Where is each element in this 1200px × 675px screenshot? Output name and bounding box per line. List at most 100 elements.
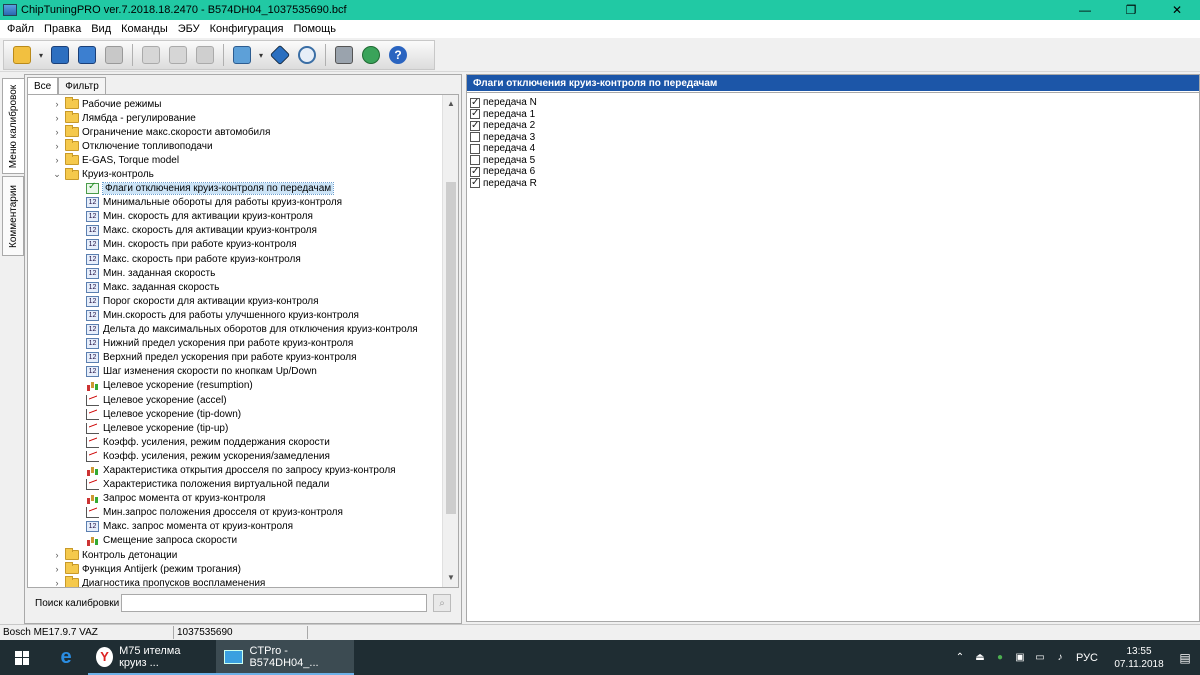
usb-icon[interactable]: ⏏ — [970, 652, 990, 663]
edge-button[interactable]: e — [44, 640, 88, 675]
tray-expand-icon[interactable]: ⌃ — [950, 652, 970, 663]
tab-comments[interactable]: Комментарии — [2, 176, 24, 256]
chevron-right-icon[interactable]: › — [52, 141, 62, 151]
tab-filter[interactable]: Фильтр — [58, 77, 106, 94]
scroll-up-icon[interactable]: ▲ — [443, 95, 458, 111]
menu-file[interactable]: Файл — [2, 23, 39, 35]
calibration-tree[interactable]: › Рабочие режимы › Лямбда - регулирование › О… — [27, 94, 459, 588]
tree-item[interactable]: Флаги отключения круиз-контроля по перед… — [28, 181, 444, 196]
menu-edit[interactable]: Правка — [39, 23, 86, 35]
network-icon[interactable]: ▭ — [1030, 652, 1050, 663]
tree-item[interactable]: Целевое ускорение (accel) — [28, 393, 444, 407]
checksum-dropdown-icon[interactable]: ▾ — [257, 51, 265, 60]
tree-folder[interactable]: › Лямбда - регулирование — [28, 111, 444, 125]
tree-item[interactable]: 12 Дельта до максимальных оборотов для от… — [28, 323, 444, 337]
minimize-button[interactable]: — — [1062, 0, 1108, 20]
undo-button[interactable] — [193, 43, 217, 67]
tree-folder[interactable]: › Функция Antijerk (режим трогания) — [28, 562, 444, 576]
gear-flag-checkbox[interactable] — [470, 109, 480, 120]
gear-flag-checkbox[interactable] — [470, 97, 480, 108]
tree-item[interactable]: 12 Верхний предел ускорения при работе кр… — [28, 351, 444, 365]
taskbar-app-yandex[interactable]: Y M75 ителма круиз ... — [88, 640, 216, 675]
web-button[interactable] — [359, 43, 383, 67]
chevron-right-icon[interactable]: › — [52, 564, 62, 574]
copy-button[interactable] — [139, 43, 163, 67]
tab-all[interactable]: Все — [27, 77, 59, 94]
gear-flag-checkbox[interactable] — [470, 120, 480, 131]
navigate-button[interactable] — [268, 43, 292, 67]
clock[interactable]: 13:55 07.11.2018 — [1108, 645, 1170, 671]
paste-button[interactable] — [166, 43, 190, 67]
print-button[interactable] — [102, 43, 126, 67]
menu-ecu[interactable]: ЭБУ — [173, 23, 205, 35]
chevron-down-icon[interactable]: ⌄ — [52, 169, 62, 180]
maximize-button[interactable]: ❐ — [1108, 0, 1154, 20]
menu-config[interactable]: Конфигурация — [205, 23, 289, 35]
tree-scrollbar[interactable]: ▲ ▼ — [442, 95, 458, 587]
tree-item[interactable]: 12 Макс. запрос момента от круиз-контроля — [28, 520, 444, 534]
tree-item[interactable]: Коэфф. усиления, режим ускорения/замедле… — [28, 449, 444, 463]
start-button[interactable] — [0, 640, 44, 675]
tree-item[interactable]: 12 Мин.скорость для работы улучшенного кр… — [28, 308, 444, 322]
app-tray-icon[interactable]: ▣ — [1010, 652, 1030, 663]
notifications-icon[interactable]: ▤ — [1170, 651, 1200, 665]
tree-item[interactable]: 12 Минимальные обороты для работы круиз-к… — [28, 196, 444, 210]
help-button[interactable]: ? — [386, 43, 410, 67]
tree-folder[interactable]: › Диагностика пропусков воспламенения — [28, 576, 444, 587]
menu-view[interactable]: Вид — [86, 23, 116, 35]
tree-item[interactable]: 12 Порог скорости для активации круиз-кон… — [28, 294, 444, 308]
tree-item[interactable]: Целевое ускорение (tip-down) — [28, 407, 444, 421]
close-button[interactable]: ✕ — [1154, 0, 1200, 20]
tree-item[interactable]: 12 Макс. скорость для активации круиз-кон… — [28, 224, 444, 238]
search-button[interactable] — [295, 43, 319, 67]
scroll-thumb[interactable] — [446, 182, 456, 514]
checksum-button[interactable] — [230, 43, 254, 67]
open-button[interactable] — [10, 43, 34, 67]
tree-item[interactable]: Мин.запрос положения дросселя от круиз-к… — [28, 506, 444, 520]
tree-item[interactable]: Целевое ускорение (resumption) — [28, 379, 444, 393]
tree-item[interactable]: 12 Макс. скорость при работе круиз-контро… — [28, 252, 444, 266]
menu-commands[interactable]: Команды — [116, 23, 173, 35]
volume-icon[interactable]: ♪ — [1050, 652, 1070, 663]
tree-item[interactable]: 12 Мин. скорость при работе круиз-контрол… — [28, 238, 444, 252]
chevron-right-icon[interactable]: › — [52, 113, 62, 123]
gear-flag-checkbox[interactable] — [470, 132, 480, 143]
tree-item[interactable]: 12 Нижний предел ускорения при работе кру… — [28, 337, 444, 351]
tree-item[interactable]: 12 Мин. заданная скорость — [28, 266, 444, 280]
tree-item[interactable]: Целевое ускорение (tip-up) — [28, 421, 444, 435]
chevron-right-icon[interactable]: › — [52, 127, 62, 137]
tree-folder[interactable]: › Рабочие режимы — [28, 97, 444, 111]
search-go-button[interactable]: ⌕ — [433, 594, 451, 612]
chevron-right-icon[interactable]: › — [52, 99, 62, 109]
settings-button[interactable] — [332, 43, 356, 67]
chevron-right-icon[interactable]: › — [52, 155, 62, 165]
tree-item[interactable]: Запрос момента от круиз-контроля — [28, 492, 444, 506]
open-dropdown-icon[interactable]: ▾ — [37, 51, 45, 60]
tree-folder[interactable]: › Контроль детонации — [28, 548, 444, 562]
language-indicator[interactable]: РУС — [1076, 652, 1098, 664]
tree-folder[interactable]: ⌄ Круиз-контроль — [28, 167, 444, 181]
tree-item[interactable]: Коэфф. усиления, режим поддержания скоро… — [28, 435, 444, 449]
tree-item[interactable]: Характеристика открытия дросселя по запр… — [28, 463, 444, 477]
tree-folder[interactable]: › Отключение топливоподачи — [28, 139, 444, 153]
search-input[interactable] — [121, 594, 427, 612]
save-as-button[interactable] — [75, 43, 99, 67]
save-button[interactable] — [48, 43, 72, 67]
security-icon[interactable]: ● — [990, 652, 1010, 663]
taskbar-app-ctpro[interactable]: CTPro - B574DH04_... — [216, 640, 354, 675]
gear-flag-checkbox[interactable] — [470, 155, 480, 166]
chevron-right-icon[interactable]: › — [52, 550, 62, 560]
tree-folder[interactable]: › Ограничение макс.скорости автомобиля — [28, 125, 444, 139]
tree-item[interactable]: Смещение запроса скорости — [28, 534, 444, 548]
tree-item[interactable]: Характеристика положения виртуальной пед… — [28, 478, 444, 492]
gear-flag-checkbox[interactable] — [470, 166, 480, 177]
tab-calibrations-menu[interactable]: Меню калибровок — [2, 78, 24, 174]
tree-item[interactable]: 12 Шаг изменения скорости по кнопкам Up/D… — [28, 365, 444, 379]
gear-flag-checkbox[interactable] — [470, 178, 480, 189]
menu-help[interactable]: Помощь — [288, 23, 341, 35]
chevron-right-icon[interactable]: › — [52, 578, 62, 587]
tree-item[interactable]: 12 Мин. скорость для активации круиз-конт… — [28, 210, 444, 224]
scroll-down-icon[interactable]: ▼ — [443, 569, 458, 585]
gear-flag-checkbox[interactable] — [470, 143, 480, 154]
tree-folder[interactable]: › E-GAS, Torque model — [28, 153, 444, 167]
